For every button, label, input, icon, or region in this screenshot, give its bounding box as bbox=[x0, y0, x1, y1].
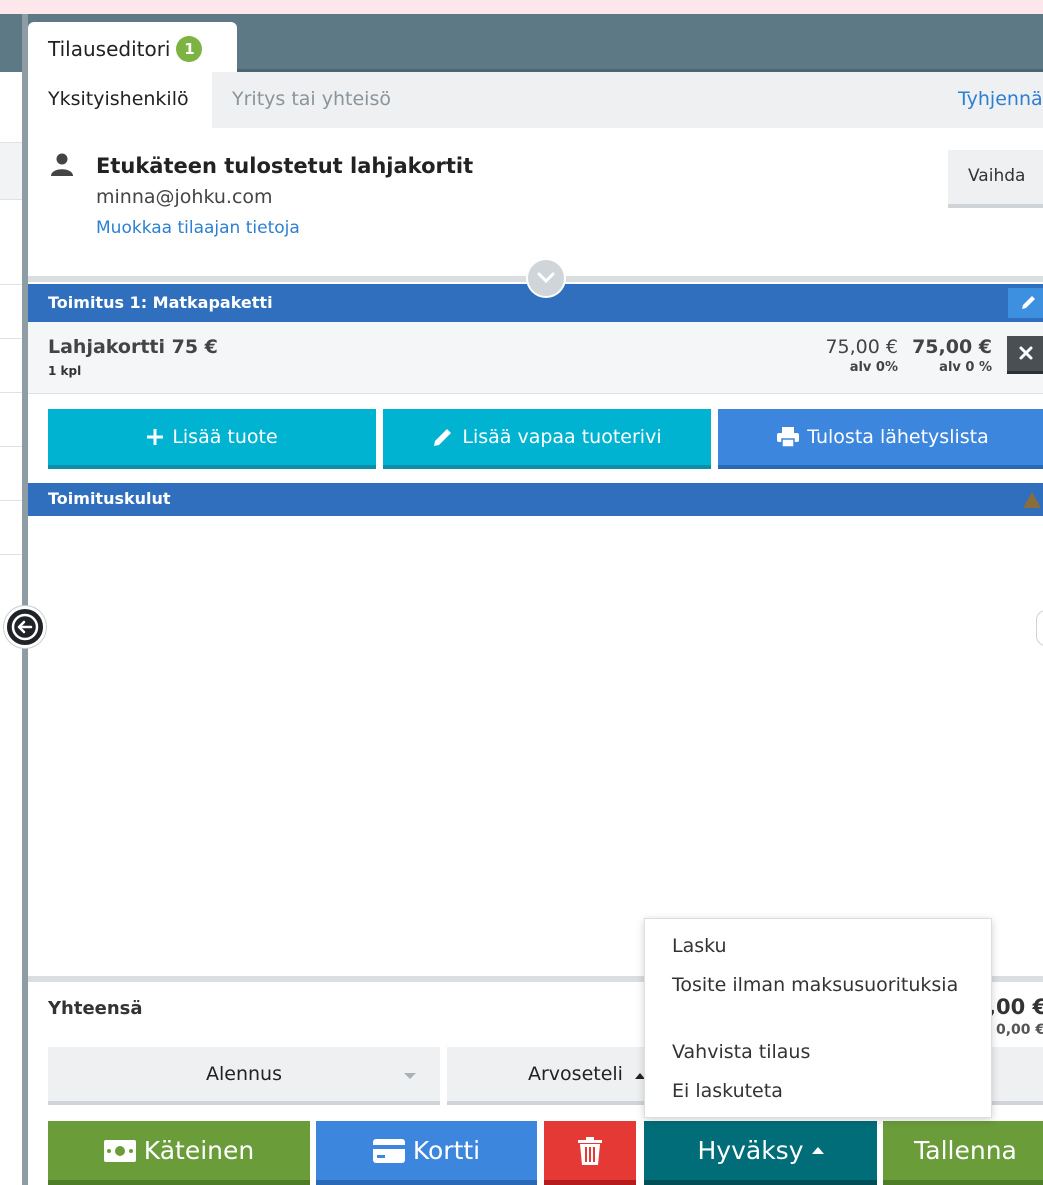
add-product-button[interactable]: Lisää tuote bbox=[48, 409, 376, 469]
print-list-button[interactable]: Tulosta lähetyslista bbox=[718, 409, 1043, 469]
delivery-title: Toimitus 1: Matkapaketti bbox=[48, 293, 273, 312]
customer-email: minna@johku.com bbox=[96, 186, 273, 208]
clear-link[interactable]: Tyhjennä bbox=[958, 88, 1043, 110]
delete-order-button[interactable] bbox=[544, 1121, 636, 1185]
approve-label: Hyväksy bbox=[697, 1136, 804, 1165]
arrow-left-icon bbox=[11, 613, 39, 641]
tab-title: Tilauseditori bbox=[48, 37, 171, 61]
background-list-divider bbox=[0, 554, 22, 555]
shipping-title: Toimituskulut bbox=[48, 489, 171, 508]
edit-delivery-button[interactable] bbox=[1008, 288, 1043, 318]
menu-item-no-invoice[interactable]: Ei laskuteta bbox=[672, 1080, 783, 1102]
product-name: Lahjakortti 75 € bbox=[48, 336, 218, 358]
voucher-label: Arvoseteli bbox=[528, 1063, 623, 1085]
discount-select[interactable]: Alennus bbox=[48, 1047, 440, 1105]
menu-item-confirm-order[interactable]: Vahvista tilaus bbox=[672, 1041, 810, 1063]
approve-button[interactable]: Hyväksy bbox=[644, 1121, 877, 1185]
warning-icon bbox=[1023, 492, 1041, 508]
menu-item-receipt-without-payment[interactable]: Tosite ilman maksusuorituksia bbox=[672, 974, 958, 996]
background-list-divider bbox=[0, 392, 22, 393]
menu-item-invoice[interactable]: Lasku bbox=[672, 935, 727, 957]
remove-product-button[interactable] bbox=[1007, 336, 1043, 374]
close-icon bbox=[1019, 346, 1033, 360]
cash-label: Käteinen bbox=[143, 1136, 255, 1165]
printer-icon bbox=[777, 427, 800, 447]
background-list-divider bbox=[0, 446, 22, 447]
product-unit-tax: alv 0% bbox=[849, 360, 898, 375]
tab-order-editor[interactable]: Tilauseditori 1 bbox=[28, 22, 237, 72]
caret-up-icon bbox=[811, 1146, 824, 1154]
product-row: Lahjakortti 75 € 1 kpl 75,00 € alv 0% 75… bbox=[28, 322, 1043, 394]
approve-dropdown-menu: Lasku Tosite ilman maksusuorituksia Vahv… bbox=[644, 918, 992, 1118]
plus-icon bbox=[147, 429, 164, 445]
shipping-costs-area bbox=[28, 516, 1043, 976]
product-quantity: 1 kpl bbox=[48, 364, 82, 378]
save-button[interactable]: Tallenna bbox=[883, 1121, 1043, 1185]
tab-count-badge: 1 bbox=[176, 36, 203, 62]
total-label: Yhteensä bbox=[48, 998, 143, 1019]
customer-type-tabs: Yksityishenkilö Yritys tai yhteisö Tyhje… bbox=[28, 72, 1043, 128]
pencil-icon bbox=[434, 429, 452, 446]
background-list-pane bbox=[0, 14, 22, 1185]
discount-label: Alennus bbox=[206, 1063, 282, 1085]
shipping-header: Toimituskulut bbox=[28, 483, 1043, 516]
back-button[interactable] bbox=[4, 606, 46, 648]
expand-customer-button[interactable] bbox=[526, 258, 566, 298]
card-button[interactable]: Kortti bbox=[316, 1121, 537, 1185]
background-list-divider bbox=[0, 284, 22, 285]
panel-tab-bar: Tilauseditori 1 bbox=[28, 14, 1043, 72]
add-free-row-label: Lisää vapaa tuoterivi bbox=[462, 426, 662, 448]
card-label: Kortti bbox=[412, 1136, 481, 1165]
total-tax-amount: 0,00 € bbox=[996, 1022, 1043, 1038]
product-total-tax: alv 0 % bbox=[939, 360, 992, 375]
add-product-label: Lisää tuote bbox=[172, 426, 278, 448]
collapse-panel-button[interactable] bbox=[1036, 610, 1043, 646]
background-list-divider bbox=[0, 338, 22, 339]
caret-down-icon bbox=[404, 1073, 416, 1079]
chevron-down-icon bbox=[537, 272, 555, 284]
print-list-label: Tulosta lähetyslista bbox=[807, 426, 989, 448]
background-list-header bbox=[0, 14, 22, 72]
add-free-row-button[interactable]: Lisää vapaa tuoterivi bbox=[383, 409, 711, 469]
tab-company[interactable]: Yritys tai yhteisö bbox=[232, 88, 391, 110]
tab-private-person[interactable]: Yksityishenkilö bbox=[28, 72, 212, 128]
pencil-icon bbox=[1022, 296, 1035, 309]
background-list-divider bbox=[0, 500, 22, 501]
product-total: 75,00 € bbox=[912, 336, 992, 358]
change-customer-button[interactable]: Vaihda bbox=[948, 150, 1043, 208]
save-label: Tallenna bbox=[914, 1136, 1017, 1165]
customer-name: Etukäteen tulostetut lahjakortit bbox=[96, 154, 474, 178]
cash-button[interactable]: Käteinen bbox=[48, 1121, 310, 1185]
user-icon bbox=[51, 153, 73, 176]
background-list-row bbox=[0, 142, 22, 200]
edit-customer-link[interactable]: Muokkaa tilaajan tietoja bbox=[96, 218, 300, 238]
total-amount: ,00 € bbox=[988, 995, 1043, 1019]
credit-card-icon bbox=[372, 1138, 405, 1163]
order-editor-panel: Tilauseditori 1 Yksityishenkilö Yritys ta… bbox=[28, 14, 1043, 1185]
product-unit-price: 75,00 € bbox=[825, 336, 898, 358]
cash-icon bbox=[103, 1139, 136, 1162]
customer-info: Etukäteen tulostetut lahjakortit minna@j… bbox=[28, 128, 1043, 276]
top-notice-strip bbox=[0, 0, 1043, 14]
trash-icon bbox=[578, 1136, 602, 1165]
